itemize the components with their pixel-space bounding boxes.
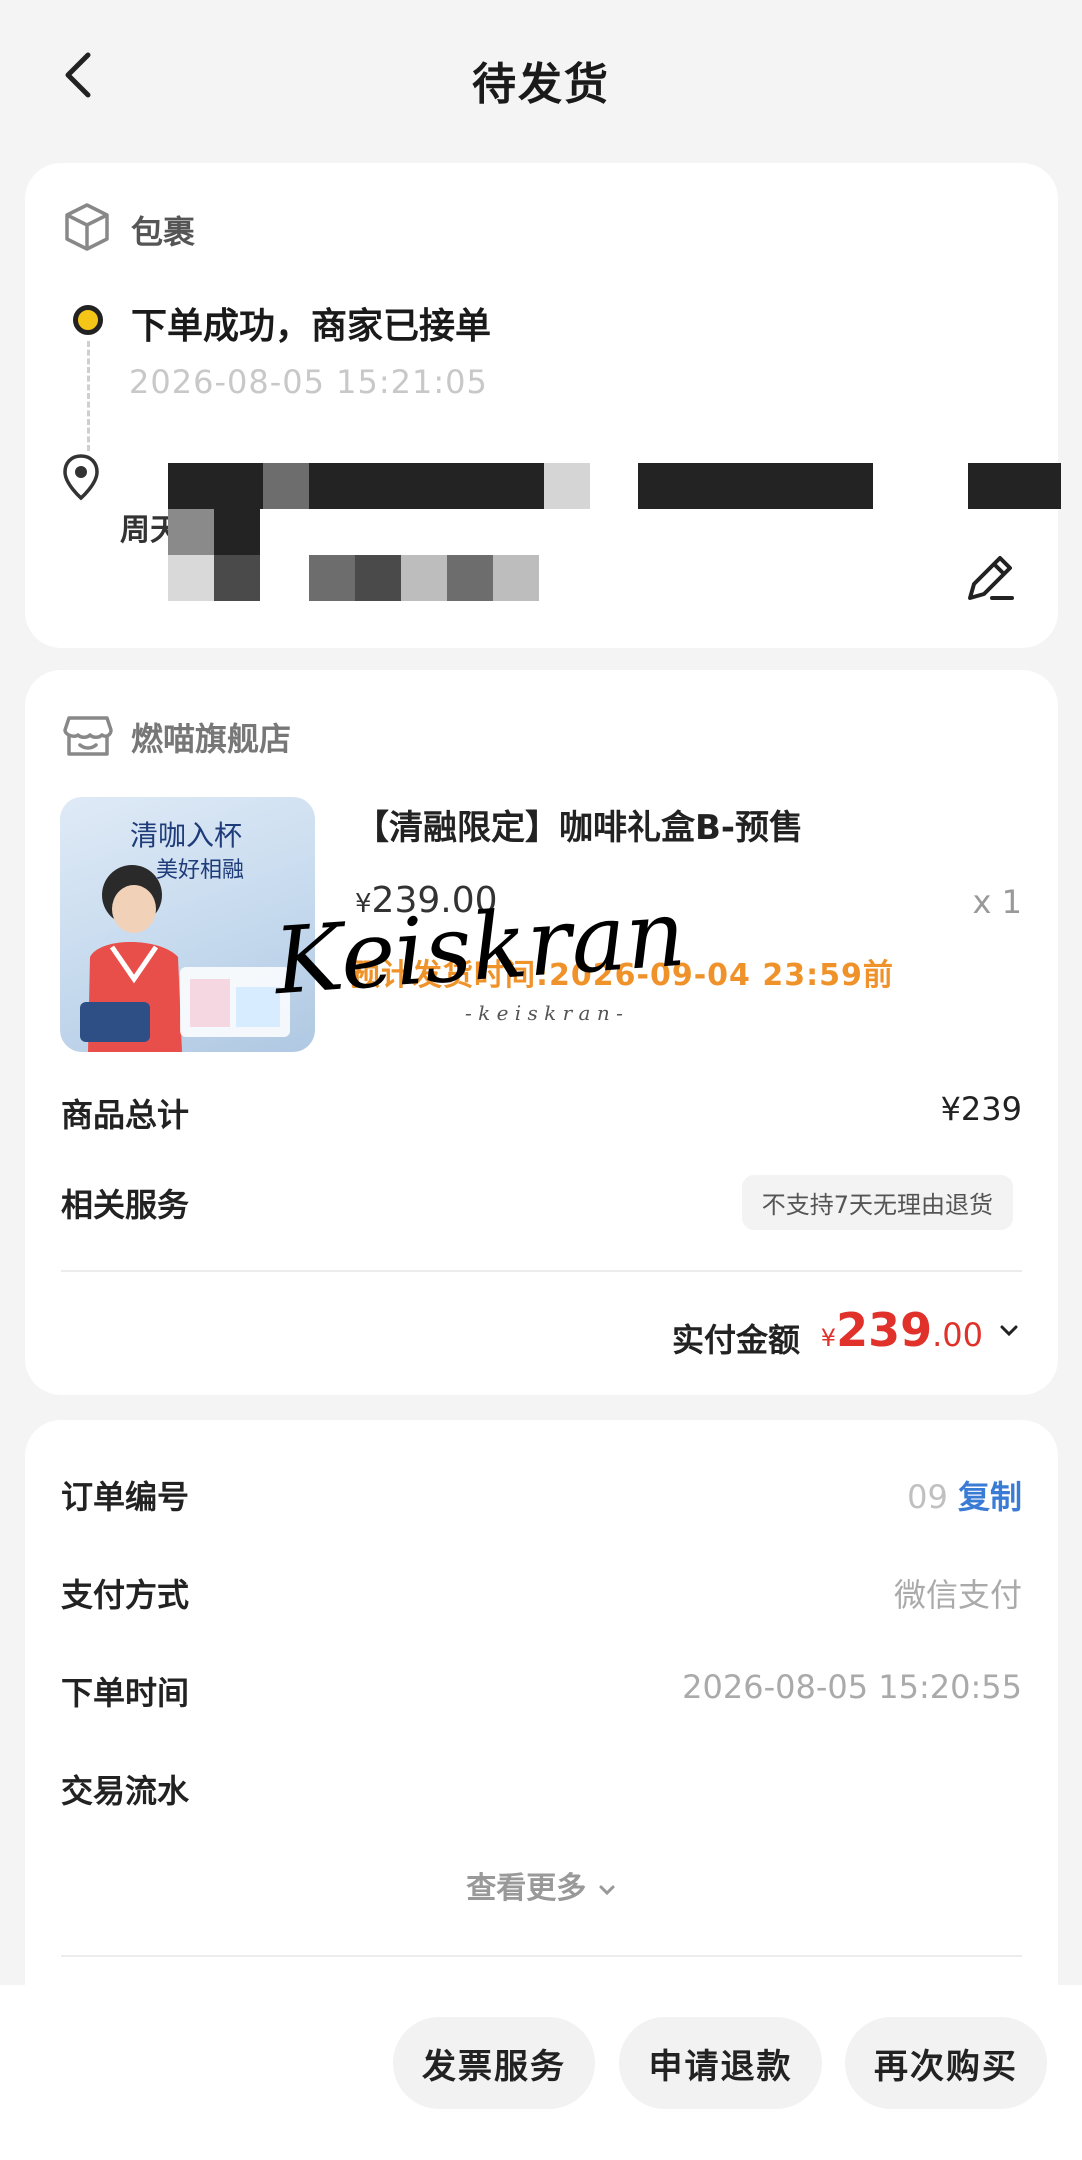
view-more-label: 查看更多 xyxy=(466,1871,587,1906)
store-icon xyxy=(61,708,115,760)
return-policy-badge: 不支持7天无理由退货 xyxy=(741,1175,1013,1230)
order-status: 下单成功，商家已接单 xyxy=(131,306,492,347)
address-redaction-mask xyxy=(143,463,1061,611)
divider xyxy=(61,1955,1022,1957)
trade-flow-label: 交易流水 xyxy=(61,1772,190,1810)
timeline-line xyxy=(87,341,90,451)
order-number-label: 订单编号 xyxy=(61,1478,190,1516)
payment-method-label: 支付方式 xyxy=(61,1576,190,1614)
product-price: ¥239.00 xyxy=(355,880,498,921)
subtotal-value: ¥239 xyxy=(940,1090,1022,1128)
package-card: 包裹 下单成功，商家已接单 2026-08-05 15:21:05 周天骄 xyxy=(25,163,1061,648)
request-refund-button[interactable]: 申请退款 xyxy=(619,2017,822,2109)
payment-method-value: 微信支付 xyxy=(893,1576,1022,1614)
package-label: 包裹 xyxy=(131,213,196,251)
divider xyxy=(61,1270,1022,1272)
product-image[interactable]: 清咖入杯 美好相融 xyxy=(60,797,315,1052)
order-time-value: 2026-08-05 15:20:55 xyxy=(682,1668,1022,1706)
order-info-card: 订单编号 09 复制 支付方式 微信支付 下单时间 2026-08-05 15:… xyxy=(25,1420,1058,2020)
edit-address-icon[interactable] xyxy=(960,548,1020,608)
location-pin-icon xyxy=(61,453,101,501)
order-number-row: 09 复制 xyxy=(907,1472,1022,1518)
paid-amount-label: 实付金额 xyxy=(671,1321,800,1359)
store-name[interactable]: 燃喵旗舰店 xyxy=(131,714,291,760)
service-label: 相关服务 xyxy=(61,1186,190,1224)
chevron-down-icon xyxy=(599,1885,615,1895)
paid-amount-value[interactable]: ¥239.00 xyxy=(821,1303,983,1357)
order-number-value: 09 xyxy=(907,1478,948,1516)
order-time-label: 下单时间 xyxy=(61,1674,190,1712)
top-bar: 待发货 xyxy=(0,0,1082,155)
page-title: 待发货 xyxy=(472,59,610,110)
invoice-service-button[interactable]: 发票服务 xyxy=(393,2017,595,2109)
copy-button[interactable]: 复制 xyxy=(958,1478,1022,1516)
product-quantity: x 1 xyxy=(972,883,1022,921)
buy-again-button[interactable]: 再次购买 xyxy=(845,2017,1047,2109)
status-time: 2026-08-05 15:21:05 xyxy=(129,363,488,401)
image-slogan-2: 美好相融 xyxy=(156,858,244,883)
product-card: 燃喵旗舰店 清咖入杯 美好相融 【清融限定】咖啡礼盒B-预售 ¥239.00 x… xyxy=(25,670,1058,1395)
chevron-down-icon[interactable] xyxy=(998,1320,1020,1342)
image-slogan-1: 清咖入杯 xyxy=(130,819,242,852)
subtotal-label: 商品总计 xyxy=(61,1096,190,1134)
view-more-link[interactable]: 查看更多 xyxy=(25,1863,1058,1907)
watermark-sub: - k e i s k r a n - xyxy=(465,1001,623,1025)
product-title[interactable]: 【清融限定】咖啡礼盒B-预售 xyxy=(355,800,803,849)
package-box-icon xyxy=(61,201,113,253)
estimated-ship-time: 预计发货时间:2026-09-04 23:59前 xyxy=(350,958,894,993)
status-dot-icon xyxy=(73,305,103,335)
bottom-action-bar: 发票服务 申请退款 再次购买 xyxy=(0,1985,1082,2160)
